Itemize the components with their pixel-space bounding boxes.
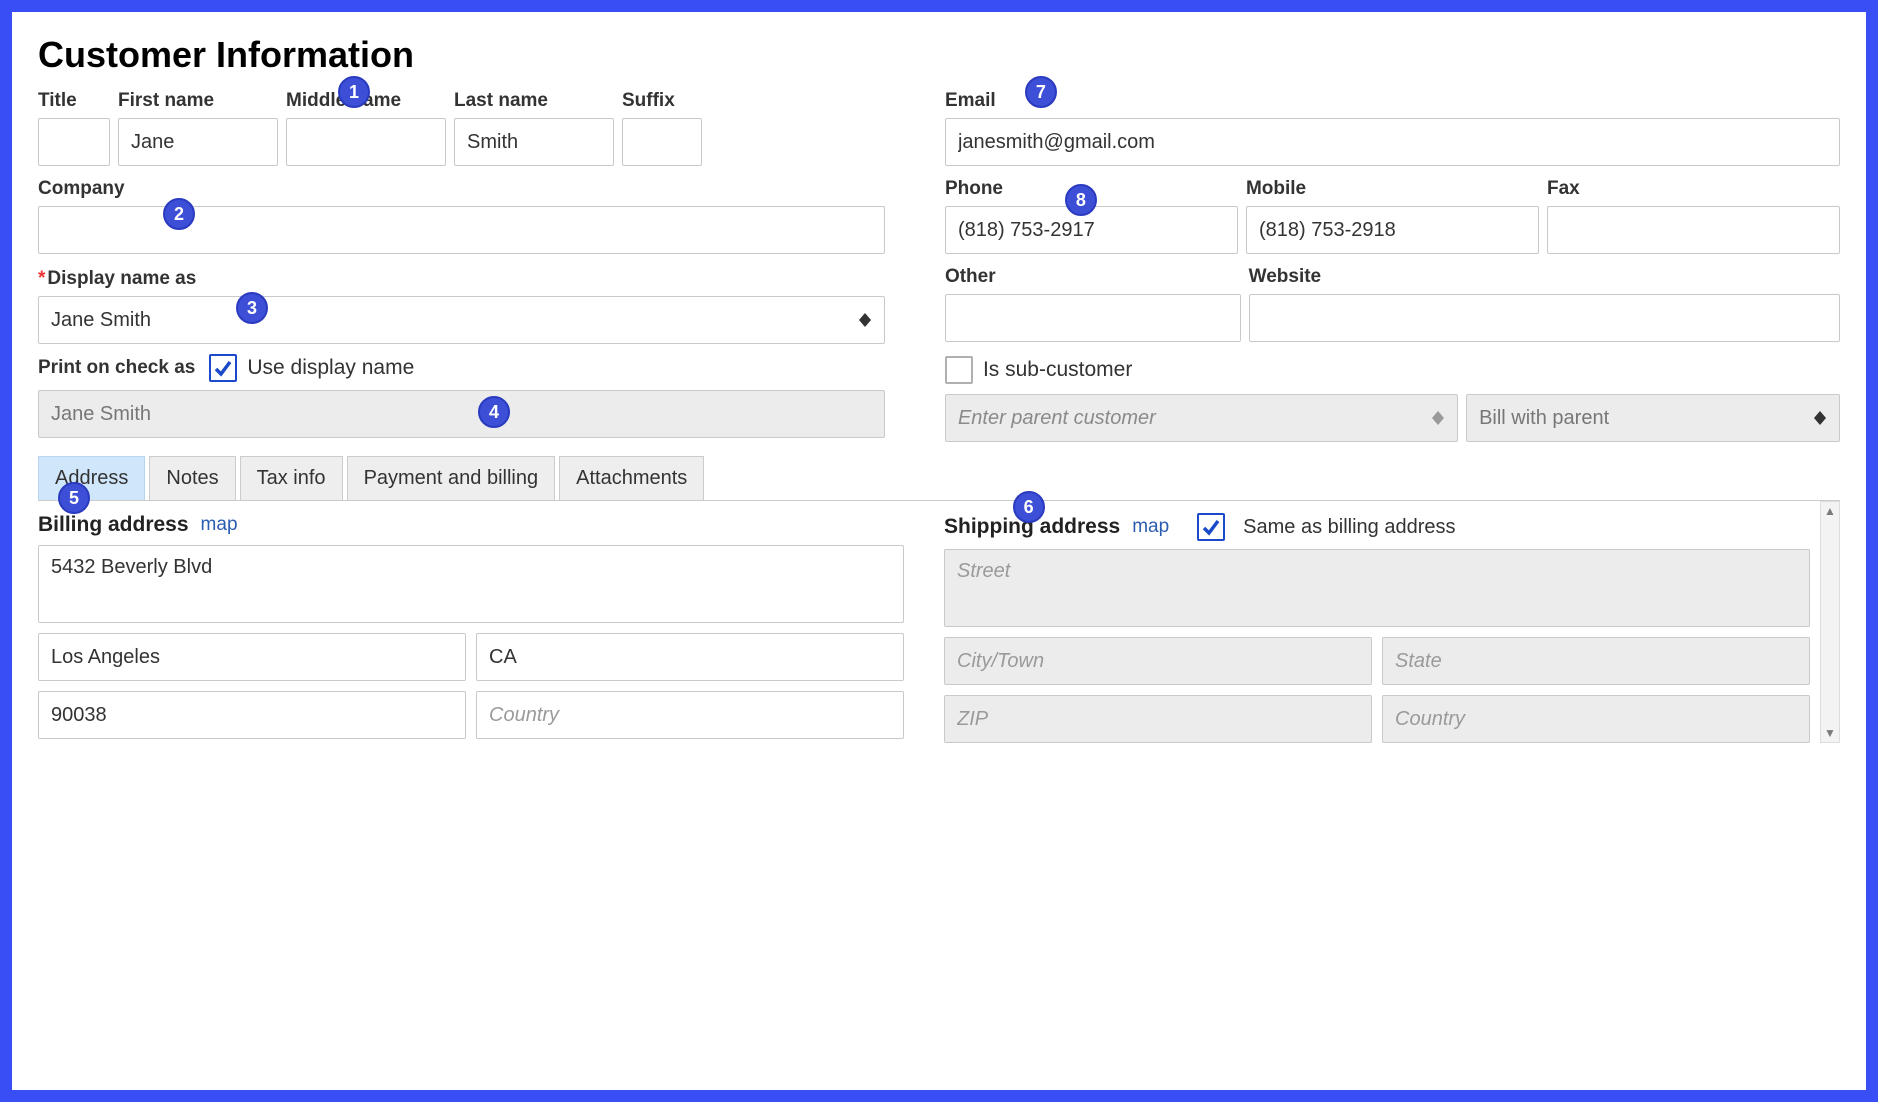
name-row: Title First name Middle name Last name S… xyxy=(38,90,885,166)
sub-customer-row: Is sub-customer xyxy=(945,356,1840,384)
address-pane: 6 Billing address map xyxy=(38,501,1840,743)
shipping-state-input xyxy=(1382,637,1810,685)
is-sub-customer-checkbox[interactable] xyxy=(945,356,973,384)
updown-icon xyxy=(1431,411,1445,425)
page-title: Customer Information xyxy=(38,34,1840,76)
fax-input[interactable] xyxy=(1547,206,1840,254)
first-name-label: First name xyxy=(118,90,278,112)
customer-info-panel: Customer Information 1 Title First name … xyxy=(0,0,1878,1102)
display-name-label: *Display name as xyxy=(38,268,885,290)
other-label: Other xyxy=(945,266,1241,288)
use-display-name-label: Use display name xyxy=(247,356,414,380)
last-name-label: Last name xyxy=(454,90,614,112)
suffix-label: Suffix xyxy=(622,90,702,112)
tab-payment-billing[interactable]: Payment and billing xyxy=(347,456,556,500)
shipping-country-input xyxy=(1382,695,1810,743)
is-sub-customer-label: Is sub-customer xyxy=(983,358,1132,382)
title-label: Title xyxy=(38,90,110,112)
website-input[interactable] xyxy=(1249,294,1840,342)
mobile-label: Mobile xyxy=(1246,178,1539,200)
mobile-input[interactable] xyxy=(1246,206,1539,254)
tab-attachments[interactable]: Attachments xyxy=(559,456,704,500)
right-column: 7 Email 8 Phone Mobile Fax xyxy=(945,84,1840,442)
display-name-value: Jane Smith xyxy=(51,309,151,332)
address-scrollbar[interactable]: ▲ ▼ xyxy=(1820,501,1840,743)
callout-badge-5: 5 xyxy=(58,482,90,514)
callout-badge-6: 6 xyxy=(1013,491,1045,523)
billing-country-input[interactable] xyxy=(476,691,904,739)
callout-badge-3: 3 xyxy=(236,292,268,324)
suffix-input[interactable] xyxy=(622,118,702,166)
shipping-city-input xyxy=(944,637,1372,685)
shipping-zip-input xyxy=(944,695,1372,743)
same-as-billing-checkbox[interactable] xyxy=(1197,513,1225,541)
email-input[interactable] xyxy=(945,118,1840,166)
billing-map-link[interactable]: map xyxy=(201,514,238,536)
parent-customer-select[interactable]: Enter parent customer xyxy=(945,394,1458,442)
use-display-name-checkbox[interactable] xyxy=(209,354,237,382)
callout-badge-8: 8 xyxy=(1065,184,1097,216)
callout-badge-1: 1 xyxy=(338,76,370,108)
detail-tabs: Address Notes Tax info Payment and billi… xyxy=(38,456,1840,501)
print-on-check-input xyxy=(38,390,885,438)
shipping-map-link[interactable]: map xyxy=(1132,516,1169,538)
billing-address-title: Billing address xyxy=(38,513,189,537)
callout-badge-4: 4 xyxy=(478,396,510,428)
callout-badge-2: 2 xyxy=(163,198,195,230)
middle-name-input[interactable] xyxy=(286,118,446,166)
billing-address-col: Billing address map xyxy=(38,513,904,743)
callout-badge-7: 7 xyxy=(1025,76,1057,108)
shipping-street-input xyxy=(944,549,1810,627)
scroll-down-icon[interactable]: ▼ xyxy=(1824,726,1836,740)
billing-zip-input[interactable] xyxy=(38,691,466,739)
billing-city-input[interactable] xyxy=(38,633,466,681)
same-as-billing-label: Same as billing address xyxy=(1243,516,1455,539)
billing-state-input[interactable] xyxy=(476,633,904,681)
display-name-select[interactable]: Jane Smith xyxy=(38,296,885,344)
parent-customer-placeholder: Enter parent customer xyxy=(958,407,1156,430)
phone-input[interactable] xyxy=(945,206,1238,254)
fax-label: Fax xyxy=(1547,178,1840,200)
company-label: Company xyxy=(38,178,885,200)
website-label: Website xyxy=(1249,266,1840,288)
other-input[interactable] xyxy=(945,294,1241,342)
updown-icon xyxy=(1813,411,1827,425)
email-label: Email xyxy=(945,90,1840,112)
updown-icon xyxy=(858,313,872,327)
scroll-up-icon[interactable]: ▲ xyxy=(1824,504,1836,518)
billing-street-input[interactable] xyxy=(38,545,904,623)
last-name-input[interactable] xyxy=(454,118,614,166)
print-on-check-row: Print on check as Use display name xyxy=(38,354,885,382)
tab-tax-info[interactable]: Tax info xyxy=(240,456,343,500)
shipping-address-col: Shipping address map Same as billing add… xyxy=(944,513,1810,743)
bill-with-parent-value: Bill with parent xyxy=(1479,407,1609,430)
print-on-check-label: Print on check as xyxy=(38,357,195,379)
tab-notes[interactable]: Notes xyxy=(149,456,235,500)
first-name-input[interactable] xyxy=(118,118,278,166)
bill-with-parent-select[interactable]: Bill with parent xyxy=(1466,394,1840,442)
title-input[interactable] xyxy=(38,118,110,166)
form-columns: 1 Title First name Middle name Last name xyxy=(38,84,1840,442)
left-column: 1 Title First name Middle name Last name xyxy=(38,84,885,442)
tab-address[interactable]: Address xyxy=(38,456,145,500)
